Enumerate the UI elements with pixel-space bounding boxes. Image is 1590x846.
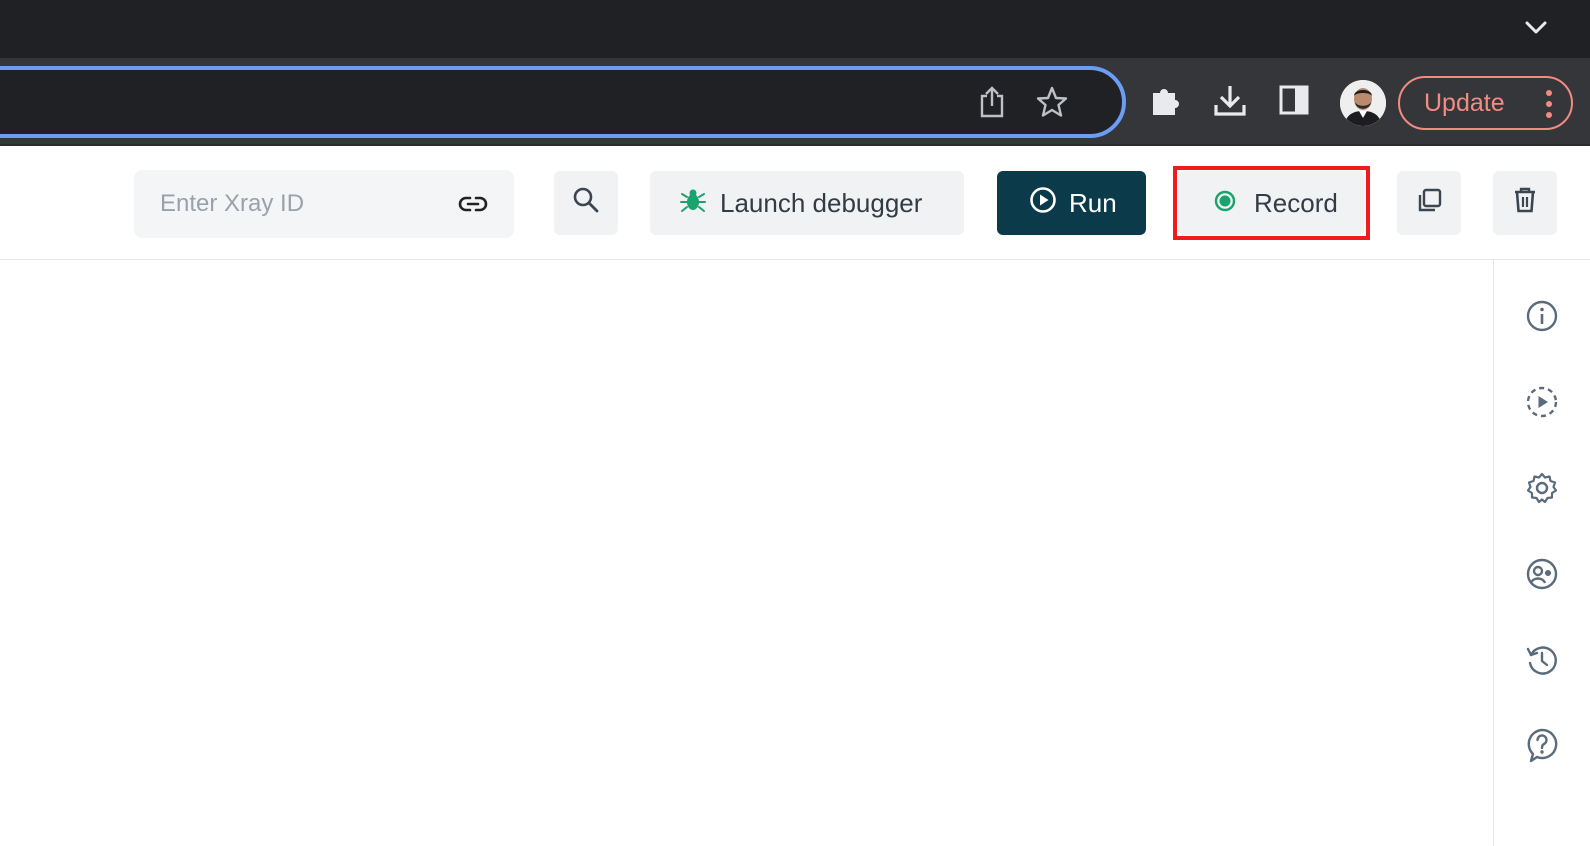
history-icon[interactable] <box>1522 640 1562 680</box>
update-label: Update <box>1424 88 1505 117</box>
launch-debugger-button[interactable]: Launch debugger <box>650 171 964 235</box>
address-bar[interactable] <box>0 66 1126 138</box>
copy-button[interactable] <box>1397 171 1461 235</box>
copy-icon <box>1415 186 1443 221</box>
bookmark-star-icon[interactable] <box>1034 84 1070 120</box>
run-button[interactable]: Run <box>997 171 1146 235</box>
search-button[interactable] <box>554 171 618 235</box>
info-icon[interactable] <box>1522 296 1562 336</box>
downloads-icon[interactable] <box>1210 80 1250 120</box>
launch-debugger-label: Launch debugger <box>720 187 923 218</box>
tab-search-chevron-icon[interactable] <box>1522 14 1550 42</box>
record-button[interactable]: Record <box>1178 171 1365 235</box>
app-header: Launch debugger Run Record <box>0 146 1590 260</box>
browser-tabstrip <box>0 0 1590 58</box>
user-icon[interactable] <box>1522 554 1562 594</box>
settings-icon[interactable] <box>1522 468 1562 508</box>
link-icon[interactable] <box>458 189 488 219</box>
delete-button[interactable] <box>1493 171 1557 235</box>
xray-id-field <box>134 170 514 238</box>
more-menu-icon[interactable] <box>1545 90 1553 118</box>
main-content-area <box>0 261 1492 846</box>
record-dot-icon <box>1214 188 1236 219</box>
xray-id-input[interactable] <box>134 170 444 238</box>
side-panel-icon[interactable] <box>1274 80 1314 120</box>
help-icon[interactable] <box>1522 726 1562 766</box>
extensions-puzzle-icon[interactable] <box>1146 80 1186 120</box>
play-circle-icon <box>1029 186 1057 221</box>
record-label: Record <box>1254 187 1338 218</box>
search-icon <box>572 186 600 221</box>
run-label: Run <box>1069 187 1117 218</box>
profile-avatar[interactable] <box>1340 80 1386 126</box>
share-icon[interactable] <box>974 84 1010 120</box>
bug-icon <box>680 187 706 220</box>
update-button[interactable]: Update <box>1398 76 1573 130</box>
replay-icon[interactable] <box>1522 382 1562 422</box>
trash-icon <box>1512 186 1538 221</box>
right-sidebar <box>1493 260 1590 846</box>
